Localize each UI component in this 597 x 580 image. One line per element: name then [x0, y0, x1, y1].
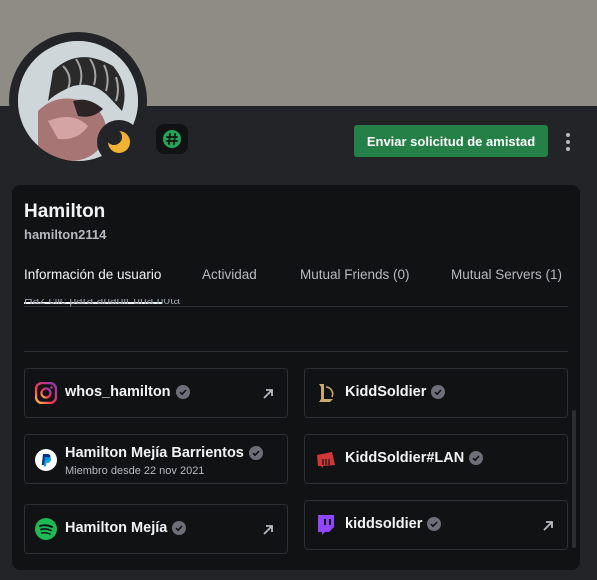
- note-placeholder: Haz clic para añadir una nota: [24, 299, 181, 307]
- verified-icon: [175, 385, 190, 399]
- connection-name-text: Hamilton Mejía: [65, 520, 168, 536]
- connection-name-text: KiddSoldier#LAN: [345, 450, 465, 466]
- more-dot: [566, 140, 570, 144]
- verified-icon: [469, 451, 484, 465]
- connection-name-text: kiddsoldier: [345, 516, 423, 532]
- connection-name: kiddsoldier: [345, 516, 442, 532]
- verified-icon: [431, 385, 446, 399]
- connection-riot-games[interactable]: KiddSoldier#LAN: [304, 434, 568, 484]
- connection-league-of-legends[interactable]: KiddSoldier: [304, 368, 568, 418]
- verified-icon: [248, 446, 263, 460]
- paypal-icon: [35, 449, 57, 471]
- riot-games-icon: [317, 452, 335, 468]
- external-link-icon[interactable]: [261, 387, 275, 401]
- more-options-button[interactable]: [558, 128, 578, 156]
- spotify-icon: [35, 518, 57, 540]
- hypesquad-badge[interactable]: [156, 124, 188, 154]
- connection-name: Hamilton Mejía Barrientos: [65, 445, 263, 461]
- connection-name-text: whos_hamilton: [65, 384, 171, 400]
- section-divider: [24, 351, 568, 352]
- connection-twitch[interactable]: kiddsoldier: [304, 500, 568, 550]
- verified-icon: [427, 517, 442, 531]
- idle-moon-icon: [106, 129, 130, 153]
- send-friend-request-button[interactable]: Enviar solicitud de amistad: [354, 125, 548, 157]
- connection-name-text: KiddSoldier: [345, 384, 427, 400]
- tab-user-info[interactable]: Información de usuario: [24, 267, 161, 282]
- more-dot: [566, 133, 570, 137]
- connection-member-since: Miembro desde 22 nov 2021: [65, 465, 205, 477]
- verified-icon: [172, 521, 187, 535]
- tab-activity[interactable]: Actividad: [202, 267, 257, 282]
- connection-spotify[interactable]: Hamilton Mejía: [24, 504, 288, 554]
- note-field[interactable]: Haz clic para añadir una nota: [24, 299, 324, 312]
- tab-mutual-servers[interactable]: Mutual Servers (1): [451, 267, 562, 282]
- display-name: Hamilton: [24, 201, 106, 222]
- username: hamilton2114: [24, 227, 107, 242]
- connection-name: whos_hamilton: [65, 384, 190, 400]
- more-dot: [566, 147, 570, 151]
- instagram-icon: [35, 382, 57, 404]
- connection-name-text: Hamilton Mejía Barrientos: [65, 445, 244, 461]
- scrollbar[interactable]: [572, 410, 576, 548]
- external-link-icon[interactable]: [261, 523, 275, 537]
- external-link-icon[interactable]: [541, 519, 555, 533]
- connection-paypal[interactable]: Hamilton Mejía Barrientos Miembro desde …: [24, 434, 288, 484]
- connection-name: KiddSoldier#LAN: [345, 450, 484, 466]
- hashtag-icon: [163, 130, 181, 148]
- twitch-icon: [318, 515, 334, 535]
- profile-card: Hamilton hamilton2114 Información de usu…: [12, 185, 580, 570]
- league-of-legends-icon: [319, 384, 334, 402]
- tab-mutual-friends[interactable]: Mutual Friends (0): [300, 267, 410, 282]
- connection-name: Hamilton Mejía: [65, 520, 187, 536]
- connection-instagram[interactable]: whos_hamilton: [24, 368, 288, 418]
- connection-name: KiddSoldier: [345, 384, 446, 400]
